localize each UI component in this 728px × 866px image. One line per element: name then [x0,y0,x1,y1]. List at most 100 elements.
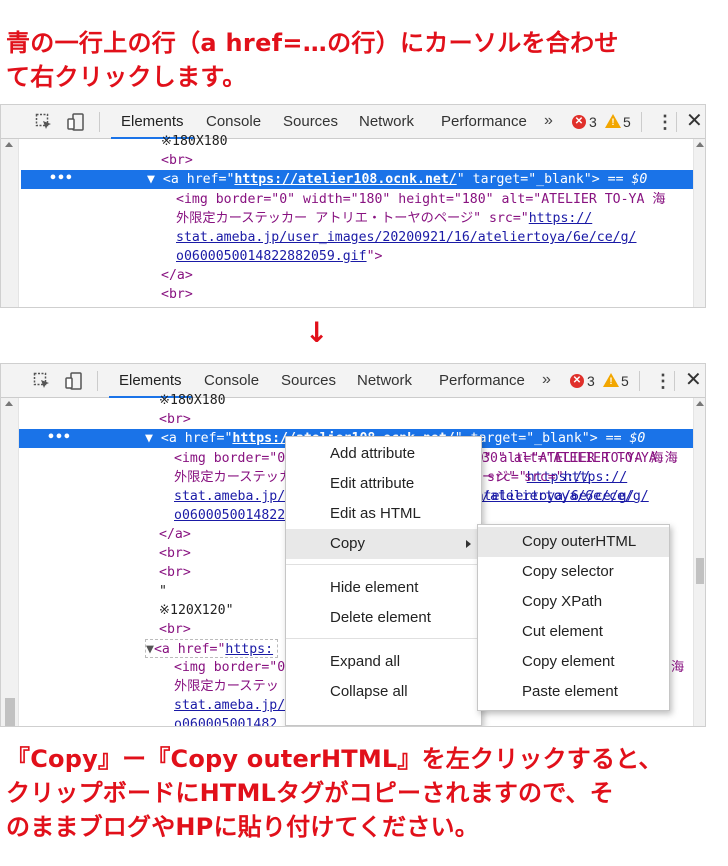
dom-br-node[interactable]: <br> [159,620,191,639]
customize-menu-icon[interactable]: ⋮ [656,105,674,139]
menu-copy[interactable]: Copy [286,529,481,559]
error-count[interactable]: 3 [589,105,597,139]
vertical-scrollbar[interactable] [693,398,705,726]
dom-text-node[interactable]: ※180X180 [159,391,226,410]
scroll-thumb[interactable] [5,698,15,726]
customize-menu-icon[interactable]: ⋮ [654,364,672,398]
dom-img-url-end[interactable]: o060005001482 [174,715,277,726]
dom-text-node[interactable]: ※120X120" [159,601,234,620]
menu-edit-as-html[interactable]: Edit as HTML [286,499,481,529]
menu-separator [286,638,481,639]
tab-performance[interactable]: Performance [439,364,525,398]
expand-triangle-icon: ▼ [145,431,153,446]
selected-marker: == $0 [605,431,646,446]
menu-cut-element[interactable]: Cut element [478,617,669,647]
menu-collapse-all[interactable]: Collapse all [286,677,481,707]
dom-br-node[interactable]: <br> [159,563,191,582]
devtools-panel-before: Elements Console Sources Network Perform… [0,104,706,308]
dom-tree: ※180X180 <br> ••• ▼ <a href="https://ate… [1,134,705,307]
down-arrow-icon: ↓ [305,316,329,349]
caption-bottom-line3: のままブログやHPに貼り付けてください。 [6,813,479,841]
toolbar-separator [674,371,675,391]
devtools-toolbar: Elements Console Sources Network Perform… [1,105,705,139]
warning-count[interactable]: 5 [623,105,631,139]
menu-copy-selector[interactable]: Copy selector [478,557,669,587]
dom-img-url[interactable]: stat.ameba.jp/user_images/20200921/16/at… [176,228,637,247]
menu-copy-label: Copy [330,535,366,552]
scroll-up-icon[interactable] [5,142,13,147]
error-icon[interactable]: ✕ [570,374,584,388]
vertical-scrollbar[interactable] [693,139,705,307]
error-count[interactable]: 3 [587,364,595,398]
dom-text-node[interactable]: " [159,582,167,601]
scroll-up-icon[interactable] [696,401,704,406]
dom-text-node[interactable]: ※180X180 [161,132,228,151]
expand-triangle-icon: ▼ [147,172,155,187]
selected-a-node[interactable]: ▼ <a href="https://atelier108.ocnk.net/"… [147,170,647,189]
devtools-toolbar: Elements Console Sources Network Perform… [1,364,705,398]
dom-img-node[interactable]: <img border="0 [174,658,285,677]
tab-sources[interactable]: Sources [283,105,338,139]
dom-br-node[interactable]: <br> [161,304,193,307]
error-icon[interactable]: ✕ [572,115,586,129]
scroll-up-icon[interactable] [696,142,704,147]
menu-copy-outerhtml[interactable]: Copy outerHTML [478,527,669,557]
more-tabs-button[interactable]: » [542,364,551,396]
dom-a-node-second[interactable]: ▼<a href="https: [145,639,279,658]
toolbar-separator [676,112,677,132]
tab-network[interactable]: Network [357,364,412,398]
menu-expand-all[interactable]: Expand all [286,647,481,677]
dom-br-node[interactable]: <br> [161,151,193,170]
scroll-thumb[interactable] [696,558,704,584]
warning-mark-icon: ! [611,117,615,127]
tab-sources[interactable]: Sources [281,364,336,398]
instruction-caption-bottom: 『Copy』ー『Copy outerHTML』を左クリックすると、 クリップボー… [6,742,663,844]
dom-img-url[interactable]: stat.ameba.jp/ [174,696,285,715]
toolbar-separator [99,112,100,132]
caption-top-line2: て右クリックします。 [6,63,247,91]
dom-img-node-cont[interactable]: 外限定カーステッ [174,677,279,696]
menu-edit-attribute[interactable]: Edit attribute [286,469,481,499]
dom-img-umi-tail: 海 [671,660,685,675]
inspect-element-icon[interactable] [35,113,53,131]
close-devtools-icon[interactable]: ✕ [686,105,703,138]
instruction-caption-top: 青の一行上の行（a href=…の行）にカーソルを合わせ て右クリックします。 [6,26,619,94]
dom-img-node[interactable]: <img border="0" width="180" height="180"… [176,190,666,209]
dom-br-node[interactable]: <br> [159,544,191,563]
menu-delete-element[interactable]: Delete element [286,603,481,633]
context-menu: Add attribute Edit attribute Edit as HTM… [285,436,482,726]
dom-a-close[interactable]: </a> [159,525,191,544]
menu-copy-element[interactable]: Copy element [478,647,669,677]
caption-bottom-line1: 『Copy』ー『Copy outerHTML』を左クリックすると、 [6,745,663,773]
dom-img-path-tail: /ateliertoya/6e/ce/g/ [482,489,649,504]
left-scrollbar[interactable] [1,139,19,307]
menu-hide-element[interactable]: Hide element [286,573,481,603]
caption-top-line1: 青の一行上の行（a href=…の行）にカーソルを合わせ [6,29,619,57]
submenu-arrow-icon [466,540,471,548]
tab-network[interactable]: Network [359,105,414,139]
menu-add-attribute[interactable]: Add attribute [286,439,481,469]
dom-img-url-end[interactable]: o0600050014822882059.gif"> [176,247,382,266]
devtools-panel-after: Elements Console Sources Network Perform… [0,363,706,727]
toolbar-separator [97,371,98,391]
menu-paste-element[interactable]: Paste element [478,677,669,707]
close-devtools-icon[interactable]: ✕ [685,364,702,397]
warning-mark-icon: ! [609,376,613,386]
tab-performance[interactable]: Performance [441,105,527,139]
dom-img-node-cont[interactable]: 外限定カーステッカー アトリエ・トーヤのページ" src="https:// [176,209,592,228]
dom-br-node[interactable]: <br> [159,410,191,429]
inspect-element-icon[interactable] [33,372,51,390]
device-toolbar-icon[interactable] [67,113,85,131]
expand-triangle-icon: ▼ [146,642,154,657]
left-scrollbar[interactable] [1,398,19,726]
copy-submenu: Copy outerHTML Copy selector Copy XPath … [477,524,670,711]
more-tabs-button[interactable]: » [544,105,553,137]
menu-copy-xpath[interactable]: Copy XPath [478,587,669,617]
warning-count[interactable]: 5 [621,364,629,398]
dom-br-node[interactable]: <br> [161,285,193,304]
dom-img-page-tail: ージ" src="https:// [482,470,628,485]
dom-a-close[interactable]: </a> [161,266,193,285]
menu-separator [286,564,481,565]
device-toolbar-icon[interactable] [65,372,83,390]
scroll-up-icon[interactable] [5,401,13,406]
